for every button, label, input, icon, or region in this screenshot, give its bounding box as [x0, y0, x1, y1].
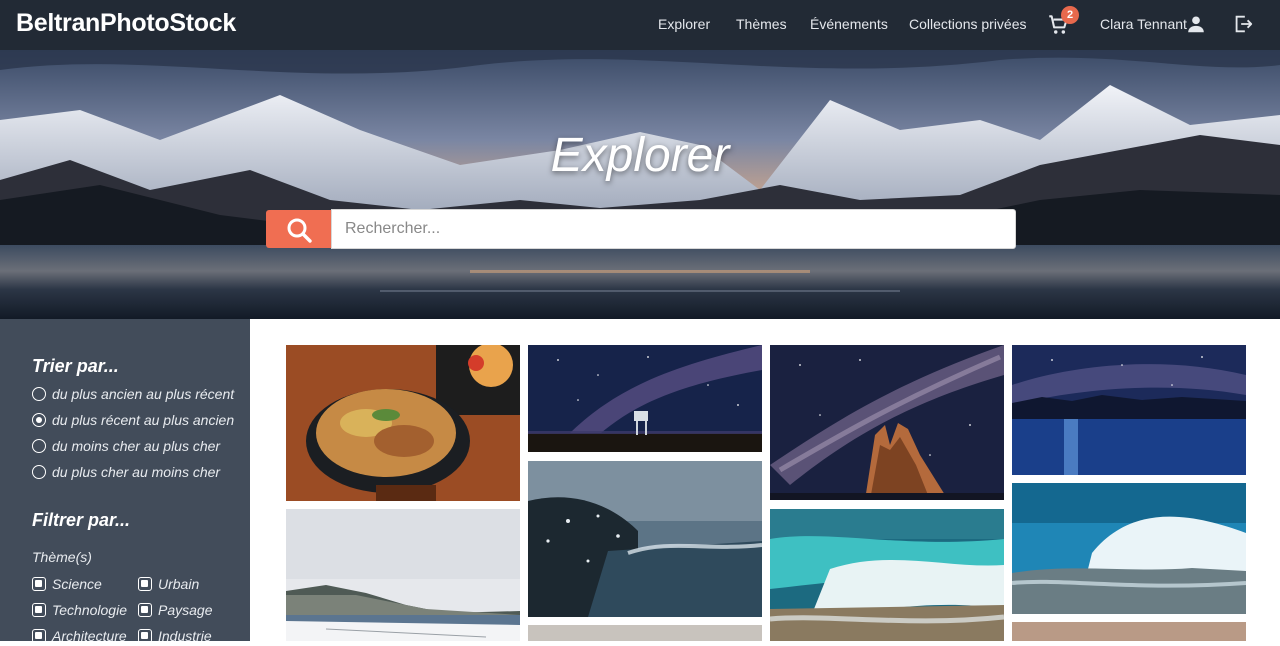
search-button[interactable]: [266, 210, 332, 248]
nav-themes[interactable]: Thèmes: [736, 16, 787, 32]
photo-gallery: [250, 319, 1280, 641]
sort-option-label: du moins cher au plus cher: [52, 438, 221, 454]
user-name[interactable]: Clara Tennant: [1100, 16, 1187, 32]
mountain-lake-background: [0, 50, 1280, 319]
cart-count-badge: 2: [1061, 6, 1079, 24]
photo-turquoise-wave[interactable]: [770, 509, 1004, 641]
filter-heading: Filtrer par...: [32, 510, 131, 530]
theme-label: Paysage: [158, 602, 213, 618]
radio-button[interactable]: [32, 439, 46, 453]
theme-label: Technologie: [52, 602, 127, 618]
sort-option-label: du plus cher au moins cher: [52, 464, 221, 480]
checkbox[interactable]: [32, 577, 46, 591]
photo-food-bowl[interactable]: [286, 345, 520, 501]
theme-label: Architecture: [52, 628, 127, 644]
sort-option-label: du plus récent au plus ancien: [52, 412, 235, 428]
brand-logo[interactable]: BeltranPhotoStock: [16, 9, 236, 38]
photo-snowy-beach[interactable]: [286, 509, 520, 641]
checkbox[interactable]: [32, 603, 46, 617]
theme-label: Industrie: [158, 628, 212, 644]
checkbox[interactable]: [138, 577, 152, 591]
photo-partial-bottom-2[interactable]: [1012, 622, 1246, 641]
search-input[interactable]: [331, 209, 1016, 249]
theme-label: Science: [52, 576, 102, 592]
sort-heading: Trier par...: [32, 356, 119, 376]
photo-milky-way-lifeguard[interactable]: [528, 345, 762, 452]
photo-partial-bottom[interactable]: [528, 625, 762, 641]
sort-option-label: du plus ancien au plus récent: [52, 386, 235, 402]
theme-label: Urbain: [158, 576, 200, 592]
radio-button[interactable]: [32, 387, 46, 401]
radio-button-selected[interactable]: [32, 413, 46, 427]
photo-blue-wave-splash[interactable]: [1012, 483, 1246, 614]
theme-subheading: Thème(s): [32, 549, 92, 565]
radio-button[interactable]: [32, 465, 46, 479]
top-navbar: BeltranPhotoStock Explorer Thèmes Événem…: [0, 0, 1280, 50]
logout-icon[interactable]: [1232, 13, 1254, 35]
user-icon[interactable]: [1185, 13, 1207, 35]
hero-title: Explorer: [550, 129, 730, 182]
filter-sidebar: Trier par... du plus ancien au plus réce…: [0, 319, 250, 644]
photo-night-city-water[interactable]: [1012, 345, 1246, 475]
search-icon: [287, 218, 312, 243]
nav-events[interactable]: Événements: [810, 16, 888, 32]
photo-wave-rock[interactable]: [528, 461, 762, 617]
nav-explorer[interactable]: Explorer: [658, 16, 710, 32]
hero-banner: Explorer: [0, 50, 1280, 319]
nav-private-collections[interactable]: Collections privées: [909, 16, 1027, 32]
checkbox[interactable]: [138, 603, 152, 617]
photo-milky-way-rocks[interactable]: [770, 345, 1004, 500]
